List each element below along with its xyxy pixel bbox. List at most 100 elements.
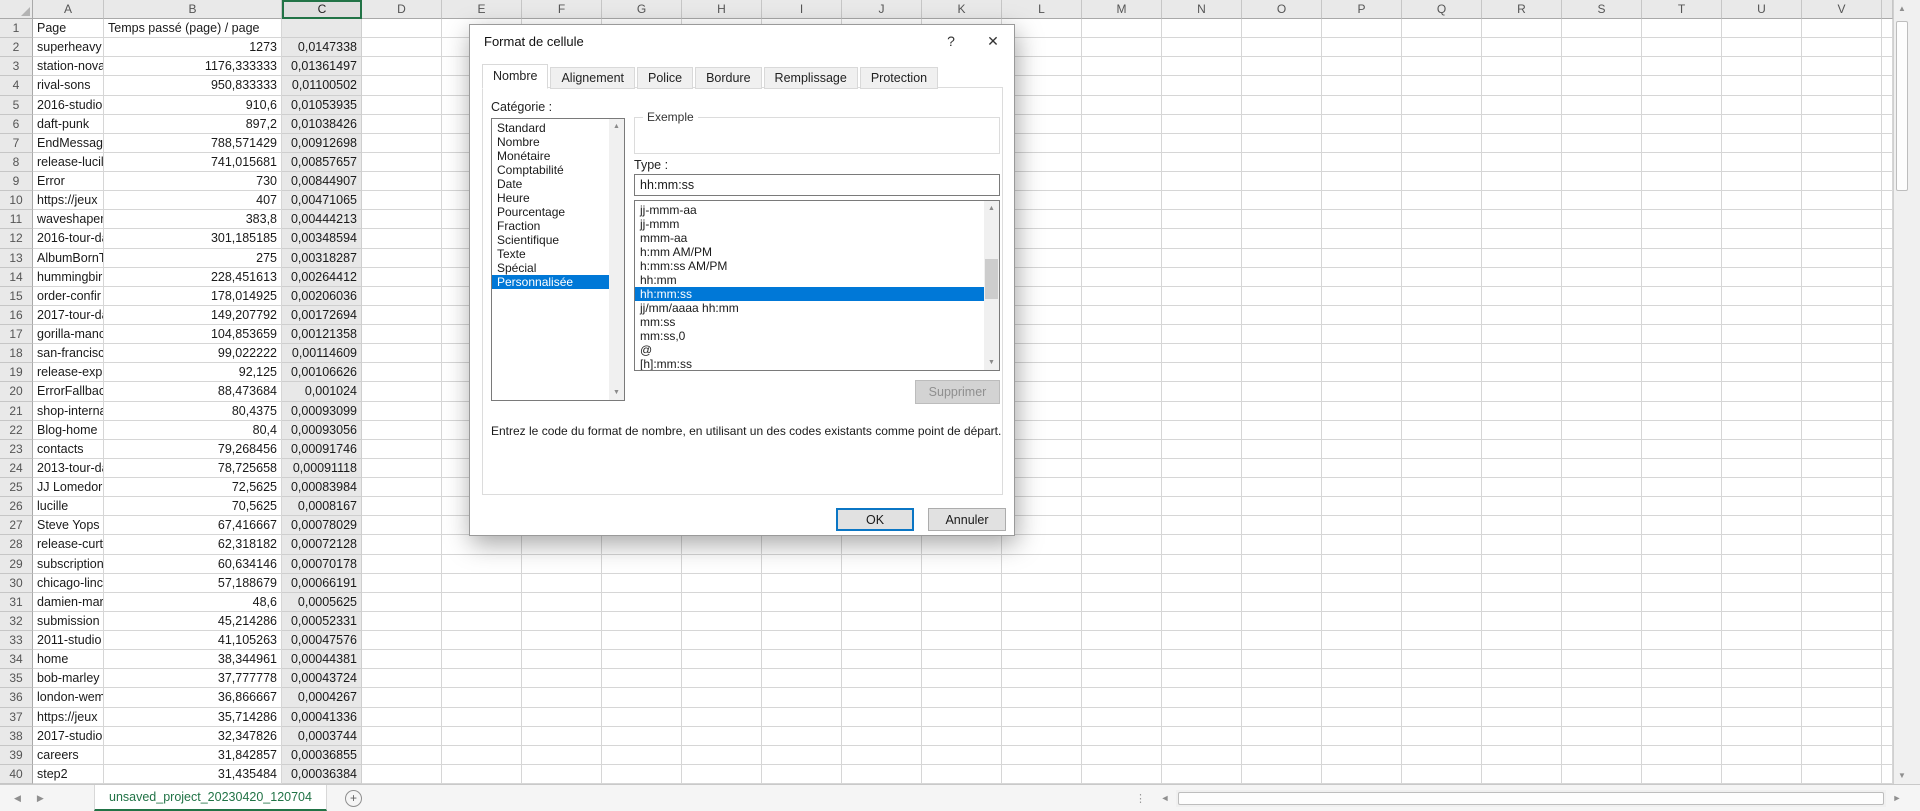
cell-M15[interactable] xyxy=(1082,287,1162,306)
cell-M10[interactable] xyxy=(1082,191,1162,210)
ok-button[interactable]: OK xyxy=(836,508,914,531)
cell-F33[interactable] xyxy=(522,631,602,650)
cell-U38[interactable] xyxy=(1722,727,1802,746)
cell-S20[interactable] xyxy=(1562,382,1642,401)
scroll-down-icon[interactable]: ▼ xyxy=(609,385,624,400)
cell-R29[interactable] xyxy=(1482,555,1562,574)
cell-Q32[interactable] xyxy=(1402,612,1482,631)
cell-Q18[interactable] xyxy=(1402,344,1482,363)
cell-M38[interactable] xyxy=(1082,727,1162,746)
cell-D13[interactable] xyxy=(362,249,442,268)
cell-S34[interactable] xyxy=(1562,650,1642,669)
cell-N3[interactable] xyxy=(1162,57,1242,76)
cell-R2[interactable] xyxy=(1482,38,1562,57)
cell-V25[interactable] xyxy=(1802,478,1882,497)
cell-Q10[interactable] xyxy=(1402,191,1482,210)
cell-N19[interactable] xyxy=(1162,363,1242,382)
category-item-comptabilit[interactable]: Comptabilité xyxy=(492,163,609,177)
cell-N30[interactable] xyxy=(1162,574,1242,593)
cell-A3[interactable]: station-nova xyxy=(33,57,104,76)
row-header-31[interactable]: 31 xyxy=(0,593,33,612)
cell-C13[interactable]: 0,00318287 xyxy=(282,249,362,268)
cell-V11[interactable] xyxy=(1802,210,1882,229)
cell-B40[interactable]: 31,435484 xyxy=(104,765,282,784)
cell-R27[interactable] xyxy=(1482,516,1562,535)
cell-P22[interactable] xyxy=(1322,421,1402,440)
cell-G30[interactable] xyxy=(602,574,682,593)
cell-B12[interactable]: 301,185185 xyxy=(104,229,282,248)
cell-S12[interactable] xyxy=(1562,229,1642,248)
cell-A28[interactable]: release-curti xyxy=(33,535,104,554)
cell-M34[interactable] xyxy=(1082,650,1162,669)
tab-nombre[interactable]: Nombre xyxy=(482,64,548,89)
cell-P31[interactable] xyxy=(1322,593,1402,612)
cell-V2[interactable] xyxy=(1802,38,1882,57)
row-header-35[interactable]: 35 xyxy=(0,669,33,688)
cell-R5[interactable] xyxy=(1482,96,1562,115)
cell-S7[interactable] xyxy=(1562,134,1642,153)
cell-A10[interactable]: https://jeux xyxy=(33,191,104,210)
cell-P1[interactable] xyxy=(1322,19,1402,38)
cell-T7[interactable] xyxy=(1642,134,1722,153)
cell-O26[interactable] xyxy=(1242,497,1322,516)
cell-N34[interactable] xyxy=(1162,650,1242,669)
format-item-jj-mmm-aa[interactable]: jj-mmm-aa xyxy=(635,203,984,217)
cell-N1[interactable] xyxy=(1162,19,1242,38)
cell-F35[interactable] xyxy=(522,669,602,688)
cell-N6[interactable] xyxy=(1162,115,1242,134)
cell-Q13[interactable] xyxy=(1402,249,1482,268)
cell-G32[interactable] xyxy=(602,612,682,631)
cell-H35[interactable] xyxy=(682,669,762,688)
cell-A30[interactable]: chicago-linc xyxy=(33,574,104,593)
cell-C36[interactable]: 0,0004267 xyxy=(282,688,362,707)
column-header-G[interactable]: G xyxy=(602,0,682,19)
cell-C24[interactable]: 0,00091118 xyxy=(282,459,362,478)
format-item-hh-mm[interactable]: hh:mm xyxy=(635,273,984,287)
cell-S3[interactable] xyxy=(1562,57,1642,76)
row-header-38[interactable]: 38 xyxy=(0,727,33,746)
cell-M7[interactable] xyxy=(1082,134,1162,153)
cell-L30[interactable] xyxy=(1002,574,1082,593)
cell-F39[interactable] xyxy=(522,746,602,765)
cell-U18[interactable] xyxy=(1722,344,1802,363)
row-header-21[interactable]: 21 xyxy=(0,402,33,421)
cell-B31[interactable]: 48,6 xyxy=(104,593,282,612)
cell-U40[interactable] xyxy=(1722,765,1802,784)
cell-A38[interactable]: 2017-studio xyxy=(33,727,104,746)
cell-A18[interactable]: san-francisc xyxy=(33,344,104,363)
cell-B24[interactable]: 78,725658 xyxy=(104,459,282,478)
cell-R24[interactable] xyxy=(1482,459,1562,478)
cell-S38[interactable] xyxy=(1562,727,1642,746)
cell-V6[interactable] xyxy=(1802,115,1882,134)
tab-remplissage[interactable]: Remplissage xyxy=(764,67,858,89)
cell-R21[interactable] xyxy=(1482,402,1562,421)
cell-D8[interactable] xyxy=(362,153,442,172)
cell-J34[interactable] xyxy=(842,650,922,669)
cell-A20[interactable]: ErrorFallback xyxy=(33,382,104,401)
cell-M8[interactable] xyxy=(1082,153,1162,172)
cell-M12[interactable] xyxy=(1082,229,1162,248)
cell-B14[interactable]: 228,451613 xyxy=(104,268,282,287)
cell-B23[interactable]: 79,268456 xyxy=(104,440,282,459)
cell-U1[interactable] xyxy=(1722,19,1802,38)
cell-U34[interactable] xyxy=(1722,650,1802,669)
cell-R23[interactable] xyxy=(1482,440,1562,459)
cell-O24[interactable] xyxy=(1242,459,1322,478)
cell-A32[interactable]: submission xyxy=(33,612,104,631)
cell-V31[interactable] xyxy=(1802,593,1882,612)
cell-K39[interactable] xyxy=(922,746,1002,765)
cell-B2[interactable]: 1273 xyxy=(104,38,282,57)
cell-A17[interactable]: gorilla-manc xyxy=(33,325,104,344)
cell-T34[interactable] xyxy=(1642,650,1722,669)
cell-D14[interactable] xyxy=(362,268,442,287)
cell-A6[interactable]: daft-punk xyxy=(33,115,104,134)
cell-T22[interactable] xyxy=(1642,421,1722,440)
cell-P9[interactable] xyxy=(1322,172,1402,191)
cell-S13[interactable] xyxy=(1562,249,1642,268)
cell-U29[interactable] xyxy=(1722,555,1802,574)
cell-L28[interactable] xyxy=(1002,535,1082,554)
cell-L34[interactable] xyxy=(1002,650,1082,669)
cell-R7[interactable] xyxy=(1482,134,1562,153)
cell-U27[interactable] xyxy=(1722,516,1802,535)
cell-D32[interactable] xyxy=(362,612,442,631)
